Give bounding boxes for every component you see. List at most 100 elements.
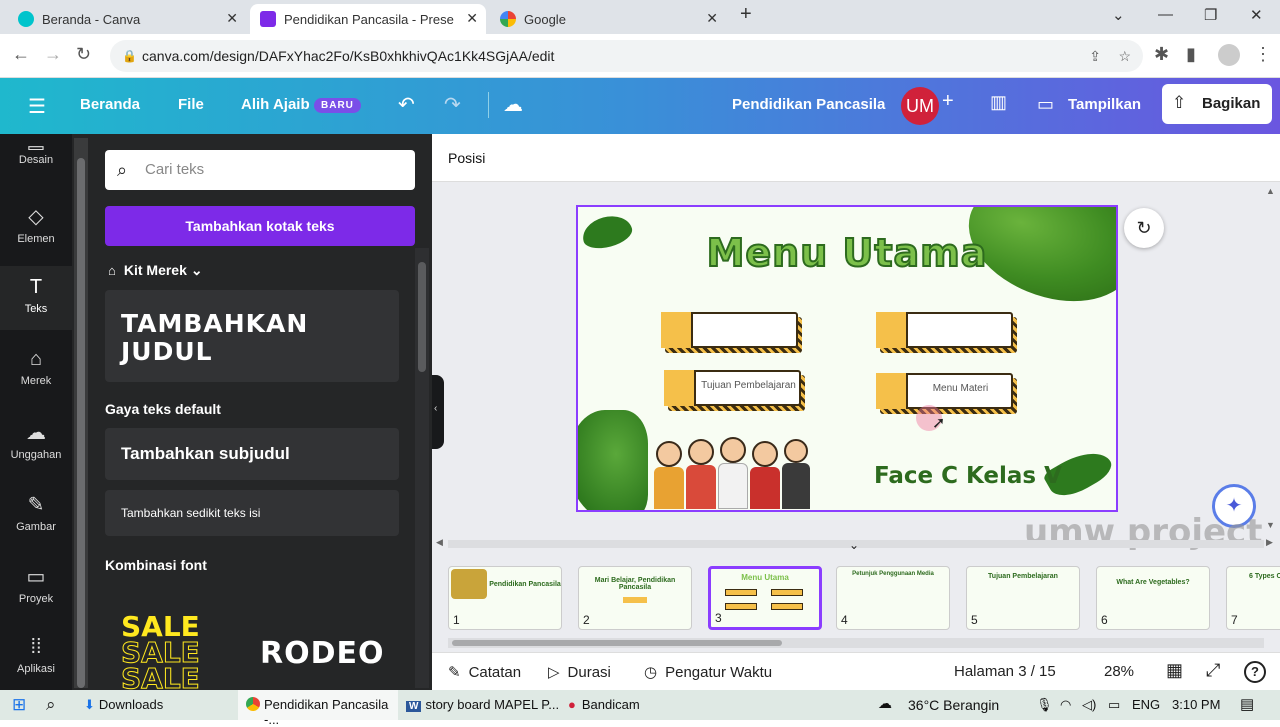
- help-icon[interactable]: ?: [1244, 661, 1266, 683]
- battery-icon[interactable]: ▭: [1108, 697, 1120, 713]
- page-thumbnail[interactable]: 6 Types O 7: [1226, 566, 1280, 630]
- rail-item-unggahan[interactable]: ☁ Unggahan: [0, 420, 72, 461]
- search-text-input[interactable]: ⌕ Cari teks: [105, 150, 415, 190]
- slide-footer-text[interactable]: Face C Kelas V: [874, 463, 1062, 489]
- filmstrip-scrollbar[interactable]: [448, 638, 1264, 648]
- menu-button-2[interactable]: [876, 312, 1017, 353]
- search-icon[interactable]: ⌕: [46, 695, 56, 715]
- close-icon[interactable]: ✕: [706, 10, 718, 27]
- add-heading-card[interactable]: TAMBAHKAN JUDUL: [105, 290, 399, 382]
- share-button[interactable]: ⇧ Bagikan: [1162, 84, 1272, 124]
- add-collaborator-icon[interactable]: +: [942, 90, 954, 113]
- microphone-icon[interactable]: 🎙: [1036, 697, 1053, 713]
- wifi-icon[interactable]: ◠: [1060, 697, 1071, 713]
- file-menu[interactable]: File: [178, 96, 204, 113]
- menu-button-tujuan[interactable]: Tujuan Pembelajaran: [664, 370, 805, 411]
- weather-text[interactable]: 36°C Berangin: [908, 697, 999, 713]
- scroll-thumb[interactable]: [77, 158, 85, 688]
- profile-avatar[interactable]: [1218, 44, 1240, 66]
- notification-icon[interactable]: ▤: [1240, 695, 1254, 713]
- collapse-panel-handle[interactable]: ‹: [432, 375, 444, 449]
- rail-item-desain[interactable]: ▤ Desain: [0, 140, 72, 166]
- scroll-right-arrow[interactable]: ▶: [1266, 537, 1273, 548]
- browser-tab-google[interactable]: Google ✕: [490, 4, 726, 34]
- restore-button[interactable]: ❐: [1204, 6, 1217, 24]
- page-thumbnail[interactable]: Tujuan Pembelajaran 5: [966, 566, 1080, 630]
- reload-button[interactable]: ↻: [76, 44, 91, 65]
- page-thumbnail[interactable]: Pendidikan Pancasila 1: [448, 566, 562, 630]
- rail-scrollbar[interactable]: [74, 138, 88, 688]
- clock[interactable]: 3:10 PM: [1172, 697, 1220, 712]
- slide-title[interactable]: Menu Utama: [578, 230, 1116, 276]
- page-thumbnail-active[interactable]: Menu Utama 3: [708, 566, 822, 630]
- page-thumbnail[interactable]: Mari Belajar, Pendidikan Pancasila 2: [578, 566, 692, 630]
- add-textbox-button[interactable]: Tambahkan kotak teks: [105, 206, 415, 246]
- heading-sample: TAMBAHKAN JUDUL: [121, 309, 309, 366]
- page-thumbnail[interactable]: Petunjuk Penggunaan Media 4: [836, 566, 950, 630]
- menu-button-materi[interactable]: Menu Materi: [876, 373, 1017, 414]
- scroll-down-arrow[interactable]: ▼: [1266, 520, 1275, 530]
- close-icon[interactable]: ✕: [466, 10, 478, 27]
- add-subheading-card[interactable]: Tambahkan subjudul: [105, 428, 399, 480]
- taskbar-chrome-active[interactable]: Pendidikan Pancasila -...: [238, 690, 398, 727]
- menu-button-1[interactable]: [661, 312, 802, 353]
- new-tab-button[interactable]: +: [740, 3, 752, 26]
- add-body-card[interactable]: Tambahkan sedikit teks isi: [105, 490, 399, 536]
- hamburger-menu-icon[interactable]: ☰: [28, 94, 46, 119]
- scroll-left-arrow[interactable]: ◀: [436, 537, 443, 548]
- page-thumbnail[interactable]: What Are Vegetables? 6: [1096, 566, 1210, 630]
- position-button[interactable]: Posisi: [448, 150, 485, 166]
- slide-canvas[interactable]: Menu Utama Tujuan Pembelajaran Menu Mate…: [576, 205, 1118, 512]
- kit-merek-dropdown[interactable]: ⌂ Kit Merek ⌄: [108, 262, 203, 279]
- redo-icon[interactable]: ↷: [444, 92, 461, 117]
- insights-chart-icon[interactable]: ▥: [990, 92, 1007, 113]
- forward-button[interactable]: →: [44, 44, 62, 65]
- scroll-up-arrow[interactable]: ▲: [1266, 186, 1275, 196]
- browser-tab-pendidikan[interactable]: Pendidikan Pancasila - Presentas ✕: [250, 4, 486, 34]
- duration-button[interactable]: ▷ Durasi: [548, 663, 611, 681]
- grid-view-icon[interactable]: ▦: [1166, 660, 1183, 681]
- notes-button[interactable]: ✎ Catatan: [448, 663, 521, 681]
- rail-item-teks[interactable]: T Teks: [0, 266, 72, 330]
- close-icon[interactable]: ✕: [226, 10, 238, 27]
- url-field[interactable]: 🔒 canva.com/design/DAFxYhac2Fo/KsB0xhkhi…: [110, 40, 1143, 72]
- share-page-icon[interactable]: ⇪: [1089, 40, 1101, 72]
- page-indicator[interactable]: Halaman 3 / 15: [954, 663, 1056, 680]
- rail-item-aplikasi[interactable]: ⁞⁞ Aplikasi: [0, 636, 72, 675]
- more-menu-icon[interactable]: ⋮: [1254, 44, 1272, 65]
- chevron-down-icon[interactable]: ⌄: [1112, 6, 1125, 24]
- browser-tab-beranda[interactable]: Beranda - Canva ✕: [8, 4, 246, 34]
- volume-icon[interactable]: ◁): [1082, 697, 1096, 713]
- design-title[interactable]: Pendidikan Pancasila: [732, 96, 885, 113]
- zoom-level[interactable]: 28%: [1104, 663, 1134, 680]
- scroll-thumb[interactable]: [452, 640, 782, 646]
- fullscreen-icon[interactable]: ⤢: [1206, 660, 1220, 681]
- taskbar-bandicam[interactable]: ● Bandicam: [568, 697, 640, 712]
- home-link[interactable]: Beranda: [80, 96, 140, 113]
- avatar[interactable]: UM: [901, 87, 939, 125]
- undo-icon[interactable]: ↶: [398, 92, 415, 117]
- back-button[interactable]: ←: [12, 44, 30, 65]
- window-close-button[interactable]: ✕: [1250, 6, 1263, 24]
- taskbar-word[interactable]: Wstory board MAPEL P...: [406, 697, 559, 712]
- scroll-thumb[interactable]: [418, 262, 426, 372]
- timer-button[interactable]: ◷ Pengatur Waktu: [644, 663, 772, 681]
- minimize-button[interactable]: —: [1158, 6, 1173, 23]
- font-combo-rodeo[interactable]: RODEO: [260, 636, 385, 671]
- taskbar-downloads[interactable]: ⬇ Downloads: [84, 697, 234, 713]
- rail-item-merek[interactable]: ⌂ Merek: [0, 348, 72, 387]
- cloud-save-icon[interactable]: ☁: [503, 92, 523, 117]
- sidepanel-icon[interactable]: ▮: [1186, 44, 1196, 65]
- magic-switch-menu[interactable]: Alih Ajaib: [241, 96, 310, 113]
- language-indicator[interactable]: ENG: [1132, 697, 1160, 712]
- comment-add-icon[interactable]: ↻: [1124, 208, 1164, 248]
- rail-item-gambar[interactable]: ✎ Gambar: [0, 492, 72, 533]
- windows-start-icon[interactable]: ⊞: [12, 695, 26, 715]
- font-combo-sale[interactable]: SALE SALE SALE: [105, 606, 245, 691]
- extensions-icon[interactable]: ✱: [1154, 44, 1169, 65]
- present-button[interactable]: ▭ Tampilkan: [1027, 88, 1150, 124]
- rail-item-proyek[interactable]: ▭ Proyek: [0, 564, 72, 605]
- bookmark-star-icon[interactable]: ☆: [1118, 40, 1131, 72]
- rail-item-elemen[interactable]: ◇ Elemen: [0, 204, 72, 245]
- panel-scrollbar[interactable]: [415, 248, 429, 688]
